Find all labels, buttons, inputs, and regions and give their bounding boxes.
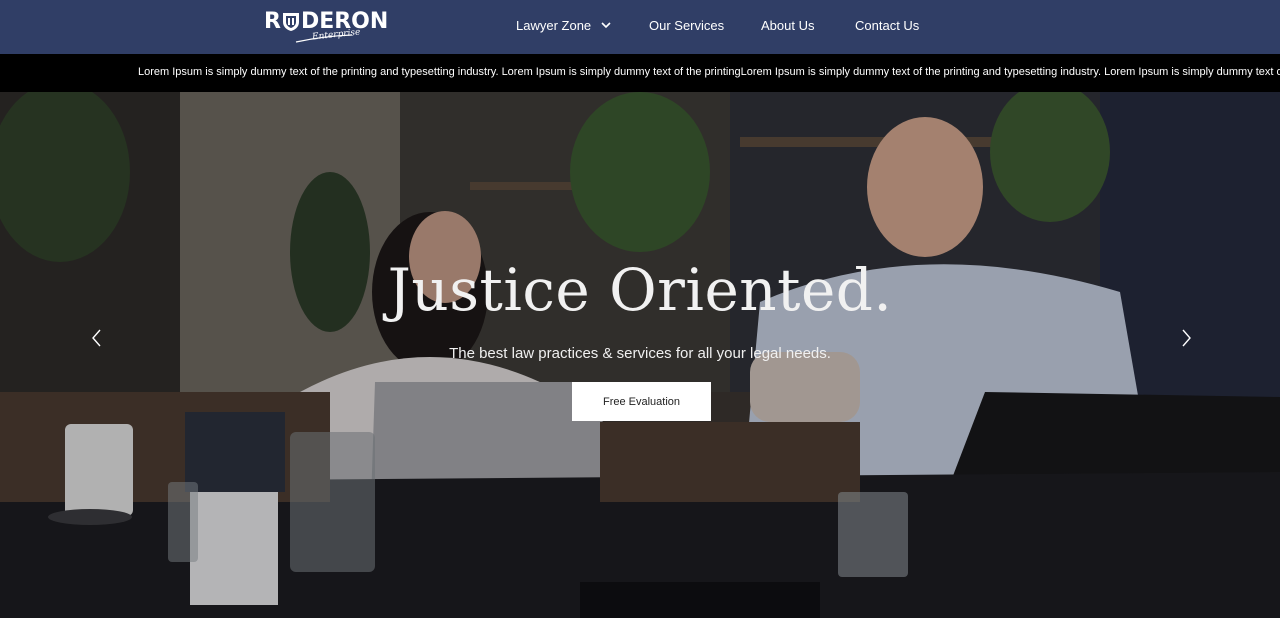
nav-label: Our Services	[649, 18, 725, 33]
logo[interactable]: R DERON Enterprise	[264, 8, 388, 44]
nav-lawyer-zone[interactable]: Lawyer Zone	[516, 18, 611, 33]
site-header: R DERON Enterprise Lawyer Zone Our Servi…	[0, 0, 1280, 54]
hero-subtitle: The best law practices & services for al…	[449, 345, 831, 362]
chevron-down-icon	[601, 22, 611, 29]
nav-contact-us[interactable]: Contact Us	[855, 18, 919, 33]
shield-icon	[282, 13, 299, 31]
hero-title: Justice Oriented.	[387, 256, 893, 324]
chevron-left-icon	[92, 329, 101, 347]
nav-about-us[interactable]: About Us	[761, 18, 814, 33]
nav-label: Lawyer Zone	[516, 18, 592, 33]
nav-label: About Us	[761, 18, 815, 33]
news-ticker: Lorem Ipsum is simply dummy text of the …	[0, 54, 1280, 92]
logo-letter: R	[264, 9, 281, 34]
slider-next-button[interactable]	[1176, 326, 1198, 350]
ticker-text: Lorem Ipsum is simply dummy text of the …	[138, 66, 1280, 78]
free-evaluation-button[interactable]: Free Evaluation	[572, 382, 711, 421]
hero-slider: Justice Oriented. The best law practices…	[0, 92, 1280, 618]
chevron-right-icon	[1182, 329, 1191, 347]
nav-label: Contact Us	[855, 18, 920, 33]
nav-our-services[interactable]: Our Services	[649, 18, 724, 33]
slider-prev-button[interactable]	[86, 326, 108, 350]
